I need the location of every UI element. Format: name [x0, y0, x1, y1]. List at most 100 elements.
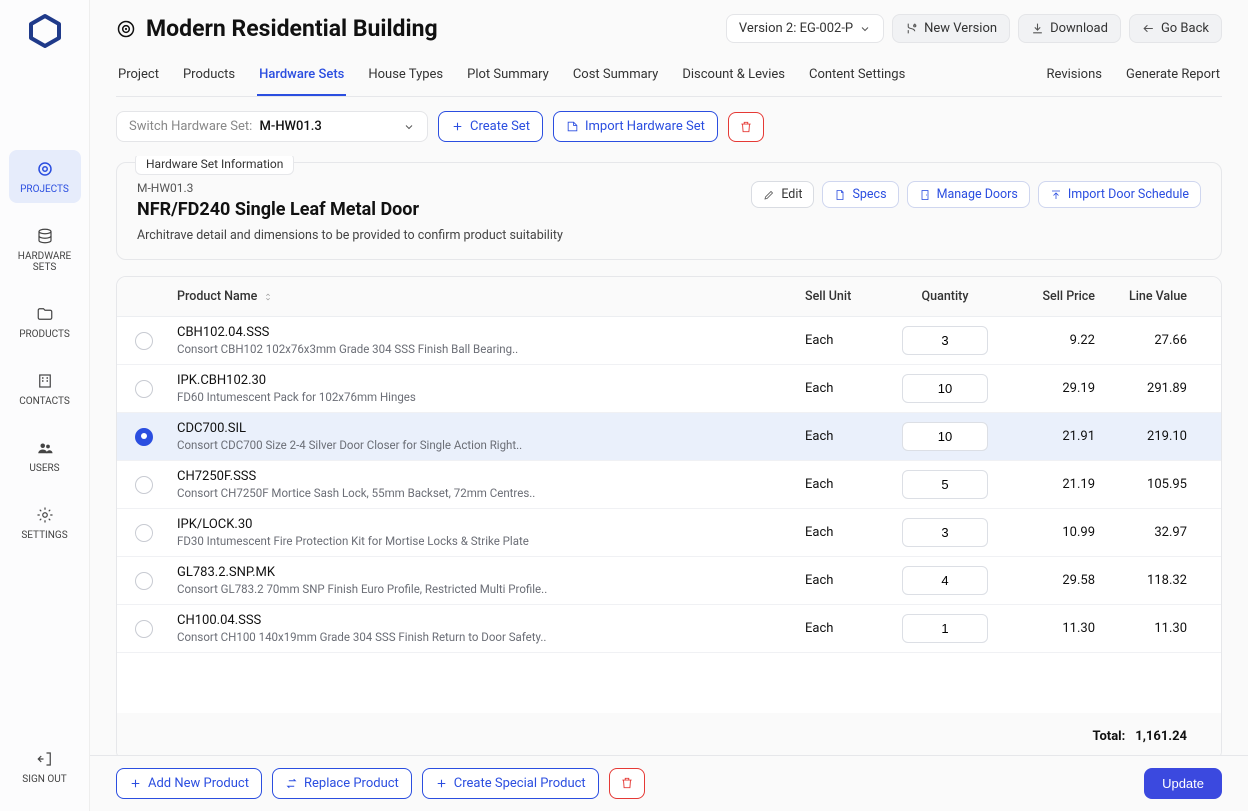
nav-products[interactable]: PRODUCTS — [9, 295, 81, 348]
row-product: CDC700.SILConsort CDC700 Size 2-4 Silver… — [177, 421, 805, 452]
tab-project[interactable]: Project — [116, 57, 161, 96]
quantity-input[interactable] — [902, 470, 988, 499]
import-hardware-set-button[interactable]: Import Hardware Set — [553, 111, 718, 142]
import-door-schedule-button[interactable]: Import Door Schedule — [1038, 181, 1201, 208]
branch-icon — [905, 22, 918, 35]
tab-house-types[interactable]: House Types — [366, 57, 445, 96]
row-price: 11.30 — [1005, 621, 1095, 636]
tab-plot-summary[interactable]: Plot Summary — [465, 57, 551, 96]
table-row[interactable]: CH100.04.SSSConsort CH100 140x19mm Grade… — [117, 605, 1221, 653]
row-unit: Each — [805, 381, 885, 396]
row-value: 32.97 — [1095, 525, 1187, 540]
set-note: Architrave detail and dimensions to be p… — [137, 228, 563, 243]
manage-doors-button[interactable]: Manage Doors — [907, 181, 1030, 208]
update-button[interactable]: Update — [1144, 768, 1222, 799]
nav-users[interactable]: USERS — [9, 429, 81, 482]
quantity-input[interactable] — [902, 374, 988, 403]
nav-contacts[interactable]: CONTACTS — [9, 362, 81, 415]
nav-signout[interactable]: SIGN OUT — [9, 740, 81, 793]
nav-label: CONTACTS — [19, 396, 70, 407]
target-icon — [116, 19, 136, 39]
tab-discount-levies[interactable]: Discount & Levies — [680, 57, 787, 96]
row-product: IPK.CBH102.30FD60 Intumescent Pack for 1… — [177, 373, 805, 404]
product-desc: Consort CDC700 Size 2-4 Silver Door Clos… — [177, 438, 805, 452]
row-radio[interactable] — [135, 572, 153, 590]
quantity-input[interactable] — [902, 566, 988, 595]
users-icon — [36, 439, 54, 457]
row-radio[interactable] — [135, 476, 153, 494]
hardware-set-info-panel: Hardware Set Information M-HW01.3 NFR/FD… — [116, 162, 1222, 260]
row-unit: Each — [805, 525, 885, 540]
button-label: Manage Doors — [937, 187, 1018, 202]
col-product-name[interactable]: Product Name — [177, 289, 805, 304]
nav-projects[interactable]: PROJECTS — [9, 150, 81, 203]
nav-label: SETTINGS — [21, 530, 67, 541]
table-header: Product Name Sell Unit Quantity Sell Pri… — [117, 277, 1221, 317]
version-selector[interactable]: Version 2: EG-002-P — [726, 14, 884, 43]
col-line-value: Line Value — [1095, 289, 1187, 304]
delete-product-button[interactable] — [609, 768, 645, 799]
product-code: CH100.04.SSS — [177, 613, 805, 628]
row-radio[interactable] — [135, 428, 153, 446]
new-version-button[interactable]: New Version — [892, 14, 1010, 43]
download-button[interactable]: Download — [1018, 14, 1121, 43]
row-value: 105.95 — [1095, 477, 1187, 492]
switch-label: Switch Hardware Set: — [129, 119, 252, 134]
table-row[interactable]: GL783.2.SNP.MKConsort GL783.2 70mm SNP F… — [117, 557, 1221, 605]
table-row[interactable]: CBH102.04.SSSConsort CBH102 102x76x3mm G… — [117, 317, 1221, 365]
product-desc: FD30 Intumescent Fire Protection Kit for… — [177, 534, 805, 548]
tab-hardware-sets[interactable]: Hardware Sets — [257, 57, 346, 96]
specs-button[interactable]: Specs — [822, 181, 898, 208]
col-sell-price: Sell Price — [1005, 289, 1095, 304]
product-code: IPK/LOCK.30 — [177, 517, 805, 532]
tab-generate-report[interactable]: Generate Report — [1124, 57, 1222, 96]
switch-value: M-HW01.3 — [260, 119, 322, 134]
table-row[interactable]: CDC700.SILConsort CDC700 Size 2-4 Silver… — [117, 413, 1221, 461]
products-table: Product Name Sell Unit Quantity Sell Pri… — [116, 276, 1222, 755]
set-code: M-HW01.3 — [137, 181, 563, 195]
row-radio[interactable] — [135, 332, 153, 350]
tab-bar: Project Products Hardware Sets House Typ… — [116, 57, 1222, 97]
row-value: 118.32 — [1095, 573, 1187, 588]
replace-product-button[interactable]: Replace Product — [272, 768, 412, 799]
nav-settings[interactable]: SETTINGS — [9, 496, 81, 549]
table-row[interactable]: IPK/LOCK.30 FD30 Intumescent Fire Protect… — [117, 509, 1221, 557]
go-back-button[interactable]: Go Back — [1129, 14, 1222, 43]
edit-button[interactable]: Edit — [751, 181, 814, 208]
quantity-input[interactable] — [902, 614, 988, 643]
quantity-input[interactable] — [902, 326, 988, 355]
row-radio[interactable] — [135, 380, 153, 398]
tab-content-settings[interactable]: Content Settings — [807, 57, 907, 96]
row-price: 21.19 — [1005, 477, 1095, 492]
table-row[interactable]: CH7250F.SSSConsort CH7250F Mortice Sash … — [117, 461, 1221, 509]
hexagon-logo-icon — [27, 13, 63, 49]
row-value: 27.66 — [1095, 333, 1187, 348]
switch-hardware-set-dropdown[interactable]: Switch Hardware Set: M-HW01.3 — [116, 111, 428, 142]
row-product: GL783.2.SNP.MKConsort GL783.2 70mm SNP F… — [177, 565, 805, 596]
table-row[interactable]: IPK.CBH102.30FD60 Intumescent Pack for 1… — [117, 365, 1221, 413]
row-radio[interactable] — [135, 620, 153, 638]
row-price: 10.99 — [1005, 525, 1095, 540]
nav-hardware-sets[interactable]: HARDWARE SETS — [9, 217, 81, 281]
quantity-input[interactable] — [902, 518, 988, 547]
total-value: 1,161.24 — [1135, 729, 1187, 744]
tab-products[interactable]: Products — [181, 57, 237, 96]
tab-cost-summary[interactable]: Cost Summary — [571, 57, 661, 96]
nav-label: USERS — [29, 463, 59, 474]
set-title: NFR/FD240 Single Leaf Metal Door — [137, 199, 563, 220]
col-sell-unit: Sell Unit — [805, 289, 885, 304]
create-set-button[interactable]: Create Set — [438, 111, 543, 142]
delete-set-button[interactable] — [728, 112, 764, 142]
plus-icon — [129, 777, 142, 790]
row-unit: Each — [805, 477, 885, 492]
row-radio[interactable] — [135, 524, 153, 542]
tab-revisions[interactable]: Revisions — [1045, 57, 1104, 96]
quantity-input[interactable] — [902, 422, 988, 451]
database-icon — [36, 227, 54, 245]
add-new-product-button[interactable]: Add New Product — [116, 768, 262, 799]
button-label: Add New Product — [148, 776, 249, 791]
arrow-left-icon — [1142, 22, 1155, 35]
create-special-product-button[interactable]: Create Special Product — [422, 768, 599, 799]
row-product: CH7250F.SSSConsort CH7250F Mortice Sash … — [177, 469, 805, 500]
trash-icon — [739, 120, 753, 134]
